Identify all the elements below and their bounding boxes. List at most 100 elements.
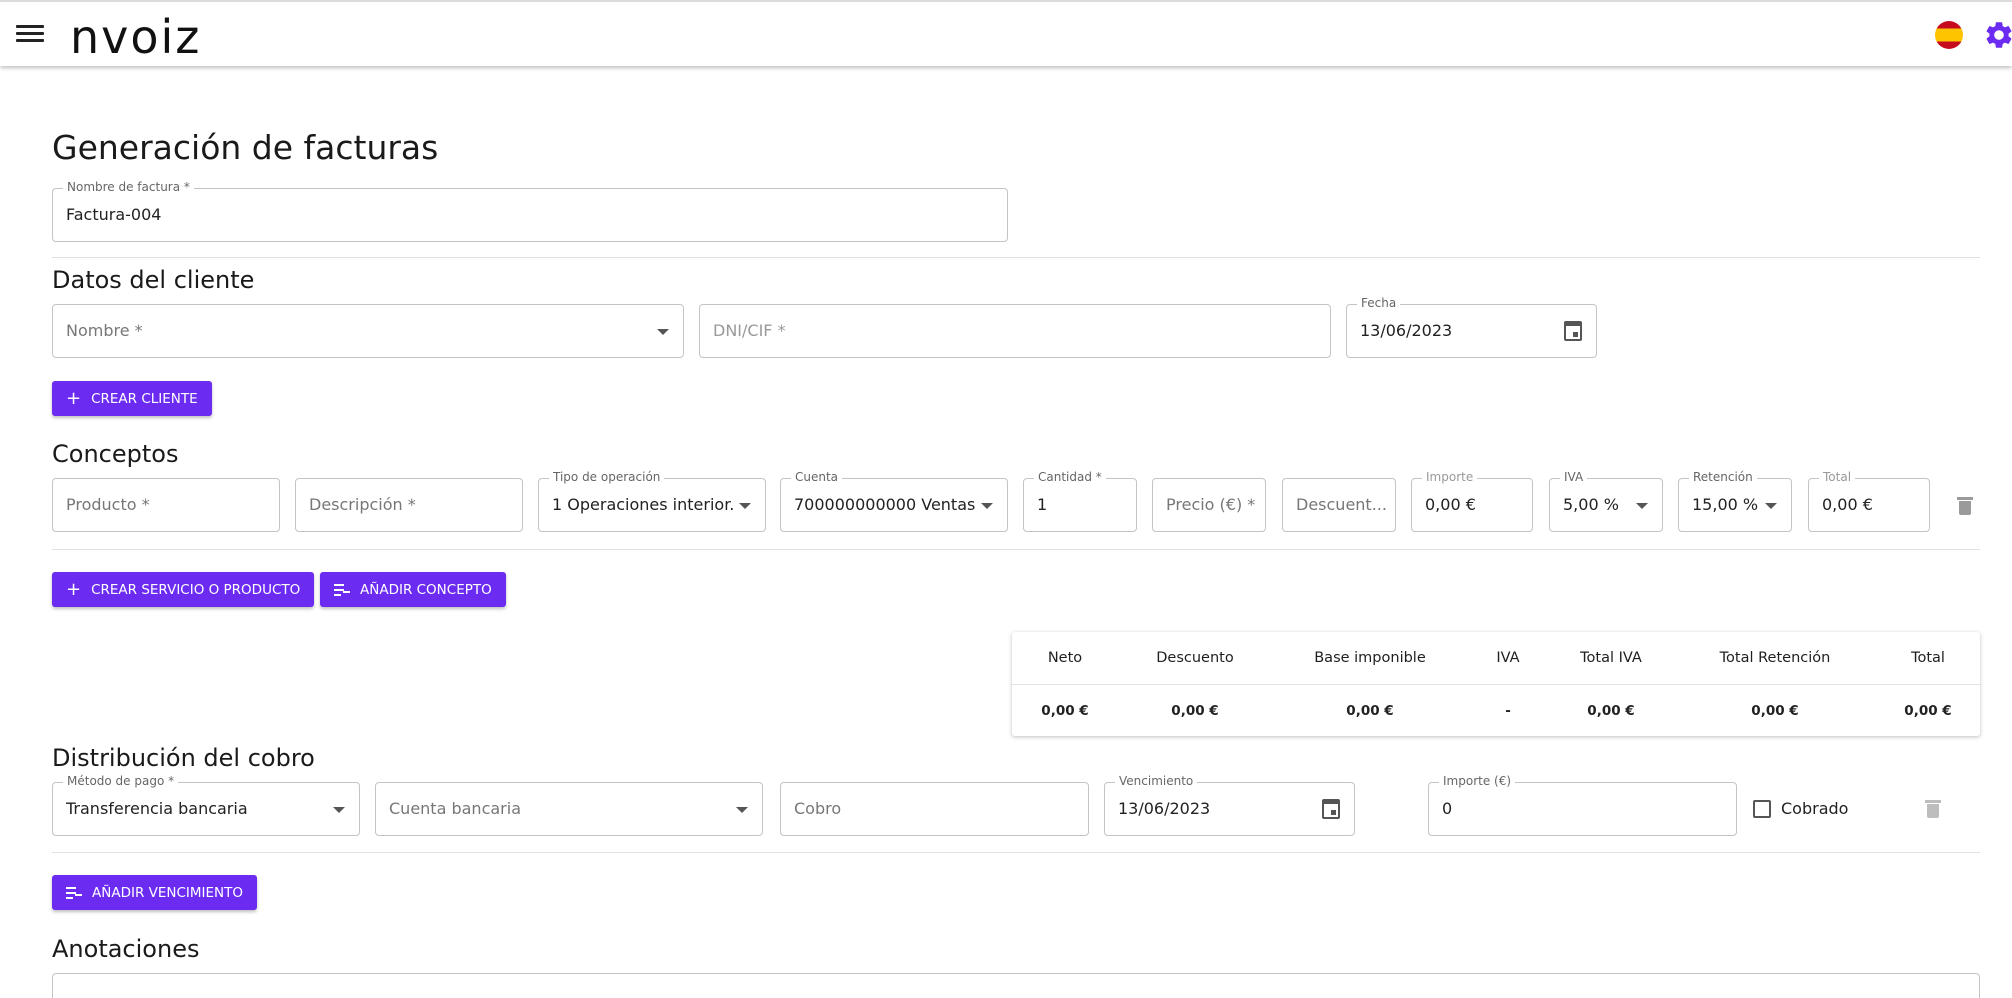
chevron-down-icon bbox=[736, 807, 748, 813]
payment-method-label: Método de pago * bbox=[63, 774, 179, 788]
totals-header-cell: IVA bbox=[1496, 650, 1520, 666]
discount-field[interactable]: Descuent... bbox=[1282, 478, 1396, 532]
dni-placeholder: DNI/CIF * bbox=[713, 321, 786, 340]
bank-account-select[interactable]: Cuenta bancaria bbox=[375, 782, 763, 836]
calendar-icon[interactable] bbox=[1564, 321, 1582, 341]
chevron-down-icon bbox=[1636, 503, 1648, 509]
due-date-label: Vencimiento bbox=[1115, 774, 1198, 788]
total-value: 0,00 € bbox=[1822, 495, 1873, 514]
retention-label: Retención bbox=[1689, 470, 1757, 484]
price-field[interactable]: Precio (€) * bbox=[1152, 478, 1266, 532]
page-title: Generación de facturas bbox=[52, 128, 439, 167]
client-section-title: Datos del cliente bbox=[52, 266, 255, 294]
operation-type-value: 1 Operaciones interior... bbox=[552, 495, 734, 514]
plus-icon: + bbox=[66, 578, 82, 600]
totals-value-cell: 0,00 € bbox=[1751, 702, 1799, 719]
delete-due-icon[interactable] bbox=[1925, 800, 1941, 818]
totals-header-cell: Total Retención bbox=[1719, 650, 1831, 666]
concepts-section-title: Conceptos bbox=[52, 440, 179, 468]
total-field: Total 0,00 € bbox=[1808, 470, 1930, 532]
plus-icon: + bbox=[66, 387, 82, 409]
totals-value-cell: 0,00 € bbox=[1041, 702, 1089, 719]
totals-value-row: 0,00 € 0,00 € 0,00 € - 0,00 € 0,00 € 0,0… bbox=[1012, 685, 1980, 736]
app-logo[interactable]: nvoiz bbox=[70, 10, 201, 64]
add-concept-button[interactable]: AÑADIR CONCEPTO bbox=[320, 572, 506, 607]
add-due-label: AÑADIR VENCIMIENTO bbox=[92, 884, 244, 901]
amount-field: Importe 0,00 € bbox=[1411, 470, 1533, 532]
invoice-name-field[interactable]: Nombre de factura * Factura-004 bbox=[52, 180, 1008, 242]
gear-icon[interactable] bbox=[1983, 19, 2012, 51]
iva-label: IVA bbox=[1560, 470, 1588, 484]
playlist-add-icon bbox=[66, 886, 82, 899]
operation-type-select[interactable]: Tipo de operación 1 Operaciones interior… bbox=[538, 470, 766, 532]
create-client-label: CREAR CLIENTE bbox=[91, 390, 198, 407]
date-field[interactable]: Fecha 13/06/2023 bbox=[1346, 296, 1597, 358]
totals-header-row: Neto Descuento Base imponible IVA Total … bbox=[1012, 632, 1980, 685]
collected-label: Cobrado bbox=[1781, 799, 1849, 818]
retention-select[interactable]: Retención 15,00 % bbox=[1678, 470, 1792, 532]
amount-label: Importe bbox=[1422, 470, 1478, 484]
add-concept-label: AÑADIR CONCEPTO bbox=[360, 581, 492, 598]
client-name-placeholder: Nombre * bbox=[66, 321, 143, 340]
menu-icon[interactable] bbox=[16, 22, 44, 46]
notes-section-title: Anotaciones bbox=[52, 935, 200, 963]
description-placeholder: Descripción * bbox=[309, 495, 416, 514]
totals-value-cell: 0,00 € bbox=[1346, 702, 1394, 719]
totals-value-cell: - bbox=[1505, 702, 1511, 719]
due-date-value: 13/06/2023 bbox=[1118, 799, 1211, 818]
due-date-field[interactable]: Vencimiento 13/06/2023 bbox=[1104, 774, 1355, 836]
account-value: 700000000000 Ventas... bbox=[794, 495, 976, 514]
invoice-name-value: Factura-004 bbox=[66, 205, 162, 224]
invoice-name-label: Nombre de factura * bbox=[63, 180, 194, 194]
quantity-value: 1 bbox=[1037, 495, 1048, 514]
totals-header-cell: Total bbox=[1911, 650, 1945, 666]
collected-checkbox[interactable] bbox=[1753, 800, 1771, 818]
notes-textarea[interactable] bbox=[52, 973, 1980, 998]
payment-method-value: Transferencia bancaria bbox=[66, 799, 248, 818]
divider bbox=[52, 549, 1980, 550]
account-label: Cuenta bbox=[791, 470, 843, 484]
payment-amount-field[interactable]: Importe (€) 0 bbox=[1428, 774, 1737, 836]
operation-type-label: Tipo de operación bbox=[549, 470, 665, 484]
dni-field[interactable]: DNI/CIF * bbox=[699, 304, 1331, 358]
delete-concept-icon[interactable] bbox=[1957, 497, 1973, 515]
price-placeholder: Precio (€) * bbox=[1166, 495, 1256, 514]
create-service-button[interactable]: + CREAR SERVICIO O PRODUCTO bbox=[52, 572, 315, 607]
chevron-down-icon bbox=[981, 503, 993, 509]
chevron-down-icon bbox=[657, 329, 669, 335]
totals-table: Neto Descuento Base imponible IVA Total … bbox=[1012, 632, 1980, 736]
totals-value-cell: 0,00 € bbox=[1587, 702, 1635, 719]
chevron-down-icon bbox=[333, 807, 345, 813]
discount-placeholder: Descuent... bbox=[1296, 495, 1387, 514]
totals-header-cell: Total IVA bbox=[1580, 650, 1642, 666]
charge-placeholder: Cobro bbox=[794, 799, 842, 818]
totals-header-cell: Neto bbox=[1047, 650, 1083, 666]
spain-flag-icon[interactable] bbox=[1935, 21, 1963, 49]
divider bbox=[52, 257, 1980, 258]
calendar-icon[interactable] bbox=[1322, 799, 1340, 819]
totals-value-cell: 0,00 € bbox=[1171, 702, 1219, 719]
account-select[interactable]: Cuenta 700000000000 Ventas... bbox=[780, 470, 1008, 532]
totals-header-cell: Base imponible bbox=[1314, 650, 1426, 666]
chevron-down-icon bbox=[1765, 503, 1777, 509]
client-name-select[interactable]: Nombre * bbox=[52, 304, 684, 358]
totals-value-cell: 0,00 € bbox=[1904, 702, 1952, 719]
add-due-button[interactable]: AÑADIR VENCIMIENTO bbox=[52, 875, 258, 910]
total-label: Total bbox=[1819, 470, 1856, 484]
description-field[interactable]: Descripción * bbox=[295, 478, 523, 532]
divider bbox=[52, 852, 1980, 853]
playlist-add-icon bbox=[334, 583, 350, 596]
quantity-label: Cantidad * bbox=[1034, 470, 1106, 484]
product-field[interactable]: Producto * bbox=[52, 478, 280, 532]
create-client-button[interactable]: + CREAR CLIENTE bbox=[52, 381, 212, 416]
bank-account-placeholder: Cuenta bancaria bbox=[389, 799, 521, 818]
payment-amount-label: Importe (€) bbox=[1439, 774, 1516, 788]
iva-select[interactable]: IVA 5,00 % bbox=[1549, 470, 1663, 532]
date-label: Fecha bbox=[1357, 296, 1401, 310]
charge-field[interactable]: Cobro bbox=[780, 782, 1089, 836]
create-service-label: CREAR SERVICIO O PRODUCTO bbox=[91, 581, 301, 598]
quantity-field[interactable]: Cantidad * 1 bbox=[1023, 470, 1137, 532]
payment-method-select[interactable]: Método de pago * Transferencia bancaria bbox=[52, 774, 360, 836]
product-placeholder: Producto * bbox=[66, 495, 150, 514]
retention-value: 15,00 % bbox=[1692, 495, 1759, 514]
